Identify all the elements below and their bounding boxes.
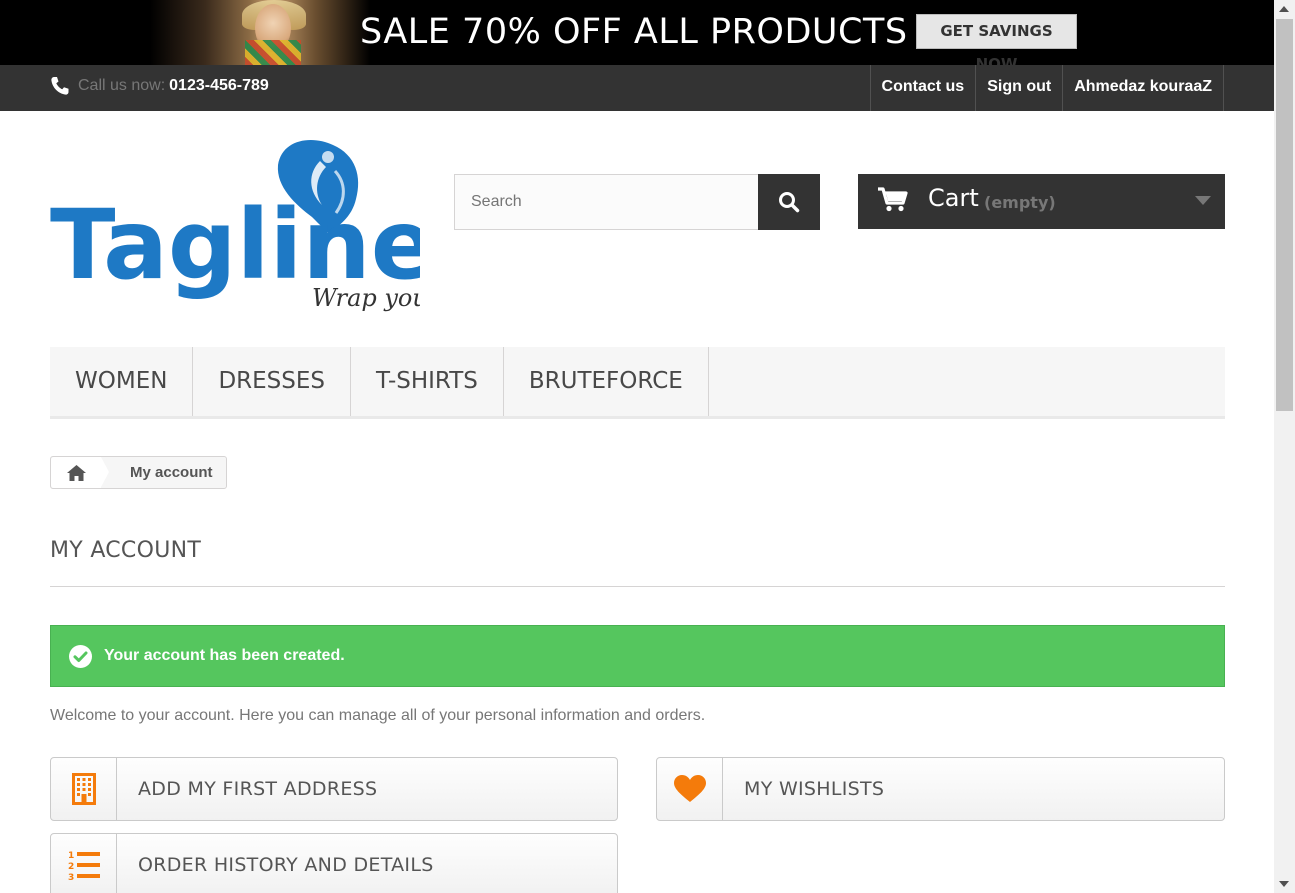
search-form bbox=[454, 174, 820, 230]
order-history-button[interactable]: 1 2 3 ORDER HISTORY AND DETAILS bbox=[50, 833, 618, 893]
breadcrumb: My account bbox=[50, 456, 227, 489]
cart-icon bbox=[878, 187, 908, 212]
welcome-text: Welcome to your account. Here you can ma… bbox=[50, 707, 706, 724]
my-wishlists-button[interactable]: MY WISHLISTS bbox=[656, 757, 1225, 821]
svg-text:3: 3 bbox=[68, 873, 74, 881]
heart-icon bbox=[673, 775, 706, 802]
banner-headline: SALE 70% OFF ALL PRODUCTS bbox=[360, 12, 908, 52]
chevron-down-icon bbox=[1195, 196, 1211, 205]
search-button[interactable] bbox=[758, 174, 820, 230]
add-address-button[interactable]: ADD MY FIRST ADDRESS bbox=[50, 757, 618, 821]
banner-model-image bbox=[150, 0, 370, 65]
main-menu: WOMEN DRESSES T-SHIRTS BRUTEFORCE bbox=[50, 347, 1225, 419]
title-divider bbox=[50, 586, 1225, 587]
breadcrumb-current: My account bbox=[130, 464, 213, 481]
account-name-link[interactable]: Ahmedaz kouraaZ bbox=[1062, 65, 1224, 111]
cart-status: (empty) bbox=[984, 193, 1056, 212]
menu-item-bruteforce[interactable]: BRUTEFORCE bbox=[504, 347, 709, 416]
call-us: Call us now: 0123-456-789 bbox=[50, 76, 269, 96]
site-logo[interactable]: Tagline Wrap you bbox=[50, 133, 436, 318]
sign-out-link[interactable]: Sign out bbox=[975, 65, 1062, 111]
scroll-up-arrow-icon[interactable] bbox=[1279, 6, 1289, 12]
logo-tagline: Wrap you bbox=[312, 284, 420, 312]
menu-item-dresses[interactable]: DRESSES bbox=[193, 347, 351, 416]
contact-us-link[interactable]: Contact us bbox=[869, 65, 976, 111]
vertical-scrollbar[interactable] bbox=[1274, 0, 1295, 893]
menu-item-t-shirts[interactable]: T-SHIRTS bbox=[351, 347, 504, 416]
breadcrumb-home[interactable] bbox=[51, 457, 109, 488]
phone-number: 0123-456-789 bbox=[169, 77, 269, 94]
svg-text:2: 2 bbox=[68, 862, 74, 872]
add-address-label: ADD MY FIRST ADDRESS bbox=[138, 778, 378, 800]
alert-message: Your account has been created. bbox=[104, 647, 345, 664]
promo-banner[interactable]: SALE 70% OFF ALL PRODUCTS GET SAVINGS NO… bbox=[0, 0, 1274, 65]
page-title: MY ACCOUNT bbox=[50, 538, 202, 563]
scroll-thumb[interactable] bbox=[1276, 19, 1293, 411]
svg-text:1: 1 bbox=[68, 851, 74, 861]
building-icon bbox=[71, 773, 96, 805]
top-links: Contact us Sign out Ahmedaz kouraaZ bbox=[869, 65, 1224, 111]
check-circle-icon bbox=[69, 644, 92, 668]
ordered-list-icon: 1 2 3 bbox=[68, 851, 100, 881]
get-savings-button[interactable]: GET SAVINGS NOW bbox=[916, 14, 1077, 65]
order-history-label: ORDER HISTORY AND DETAILS bbox=[138, 854, 434, 876]
my-wishlists-label: MY WISHLISTS bbox=[744, 778, 885, 800]
call-label: Call us now: bbox=[78, 77, 166, 94]
success-alert: Your account has been created. bbox=[50, 625, 1225, 687]
cart-label: Cart bbox=[928, 184, 979, 212]
search-icon bbox=[779, 192, 800, 213]
top-nav-bar: Call us now: 0123-456-789 Contact us Sig… bbox=[0, 65, 1274, 111]
menu-item-women[interactable]: WOMEN bbox=[50, 347, 194, 416]
scroll-down-arrow-icon[interactable] bbox=[1279, 881, 1289, 887]
home-icon bbox=[66, 464, 86, 481]
search-input[interactable] bbox=[454, 174, 758, 230]
cart-button[interactable]: Cart (empty) bbox=[858, 174, 1225, 229]
phone-icon bbox=[51, 77, 69, 95]
